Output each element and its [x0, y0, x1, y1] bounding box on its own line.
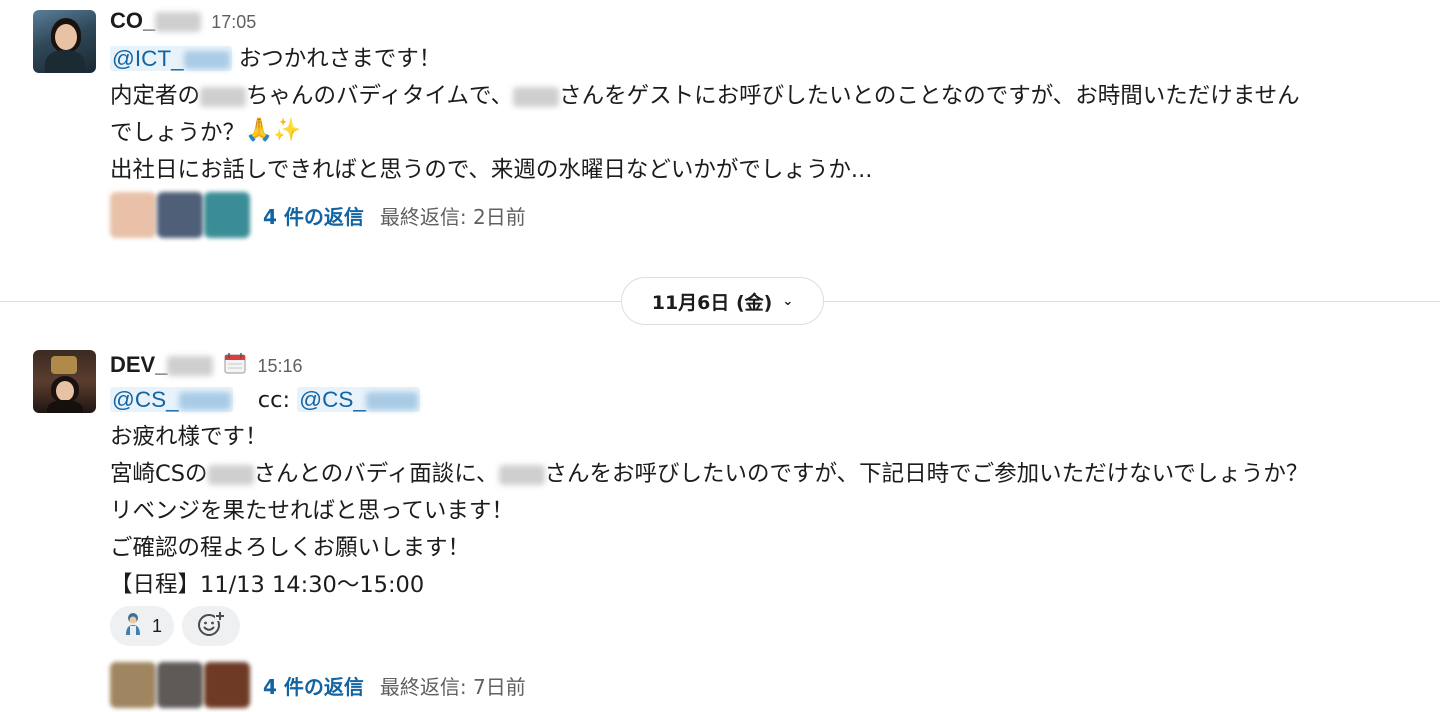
- pray-sparkles-emoji: 🙏✨: [245, 117, 302, 143]
- person-emoji-icon: [122, 612, 144, 641]
- redacted-name: [513, 86, 560, 107]
- user-mention[interactable]: @CS_: [297, 387, 420, 412]
- redacted-name: [200, 86, 247, 107]
- calendar-icon[interactable]: [223, 351, 247, 375]
- thread-last-reply: 最終返信: 7日前: [379, 674, 526, 699]
- reaction-count: 1: [152, 615, 163, 636]
- message-line: 宮崎CSの さんとのバディ面談に、 さんをお呼びしたいのですが、下記日時でご参加いた…: [110, 461, 1309, 487]
- message-line: 内定者の ちゃんのバディタイムで、 さんをゲストにお呼びしたいとのことなのですが、お…: [110, 83, 1300, 109]
- redacted-name: [155, 12, 202, 33]
- reaction-pill[interactable]: 1: [110, 606, 175, 646]
- avatar: [110, 192, 156, 238]
- avatar[interactable]: [33, 350, 96, 413]
- date-divider-button[interactable]: 11月6日 (金) ⌄: [621, 277, 824, 325]
- add-emoji-icon: [197, 610, 226, 643]
- avatar: [110, 662, 156, 708]
- message-line: @CS_ cc: @CS_: [110, 381, 1410, 419]
- cc-label: cc:: [257, 387, 291, 413]
- avatar: [157, 662, 203, 708]
- message-line: @ICT_ おつかれさまです！: [110, 40, 1410, 78]
- add-reaction-button[interactable]: [182, 606, 241, 646]
- redacted-name: [167, 356, 214, 377]
- avatar[interactable]: [33, 10, 96, 73]
- message-body: @CS_ cc: @CS_ お疲れ様です！ 宮崎CSの さんとのバディ面談に、 さん…: [110, 381, 1410, 604]
- reaction-bar: 1: [110, 606, 248, 646]
- avatar: [157, 192, 203, 238]
- timestamp[interactable]: 17:05: [211, 12, 256, 33]
- thread-last-reply: 最終返信: 2日前: [379, 204, 526, 229]
- redacted-name: [498, 464, 545, 485]
- chevron-down-icon: ⌄: [782, 293, 794, 309]
- thread-participants: [110, 192, 251, 238]
- message-body: @ICT_ おつかれさまです！ 内定者の ちゃんのバディタイムで、 さんをゲストにお…: [110, 40, 1410, 189]
- user-mention[interactable]: @CS_: [110, 387, 233, 412]
- redacted-name: [207, 464, 254, 485]
- thread-reply-count[interactable]: 4 件の返信: [263, 671, 364, 700]
- message-line: お疲れ様です！: [110, 424, 268, 450]
- message-header: CO_ 17:05: [110, 8, 256, 34]
- thread-summary[interactable]: 4 件の返信 最終返信: 2日前: [110, 192, 526, 238]
- message-header: DEV_ 15:16: [110, 348, 303, 378]
- avatar: [204, 662, 250, 708]
- message-line: ご確認の程よろしくお願いします！: [110, 535, 471, 561]
- sender-name[interactable]: CO_: [110, 8, 202, 34]
- sender-name[interactable]: DEV_: [110, 352, 214, 378]
- thread-participants: [110, 662, 251, 708]
- avatar: [204, 192, 250, 238]
- thread-reply-count[interactable]: 4 件の返信: [263, 201, 364, 230]
- message-line: 【日程】11/13 14:30〜15:00: [110, 572, 425, 598]
- message-line: 出社日にお話しできればと思うので、来週の水曜日などいかがでしょうか...: [110, 157, 873, 183]
- date-label: 11月6日 (金): [651, 291, 773, 314]
- timestamp[interactable]: 15:16: [257, 356, 302, 377]
- message-line: リベンジを果たせればと思っています！: [110, 498, 514, 524]
- message-line: でしょうか？🙏✨: [110, 115, 1410, 152]
- thread-summary[interactable]: 4 件の返信 最終返信: 7日前: [110, 662, 526, 708]
- user-mention[interactable]: @ICT_: [110, 46, 232, 71]
- greeting-text: おつかれさまです！: [238, 46, 442, 72]
